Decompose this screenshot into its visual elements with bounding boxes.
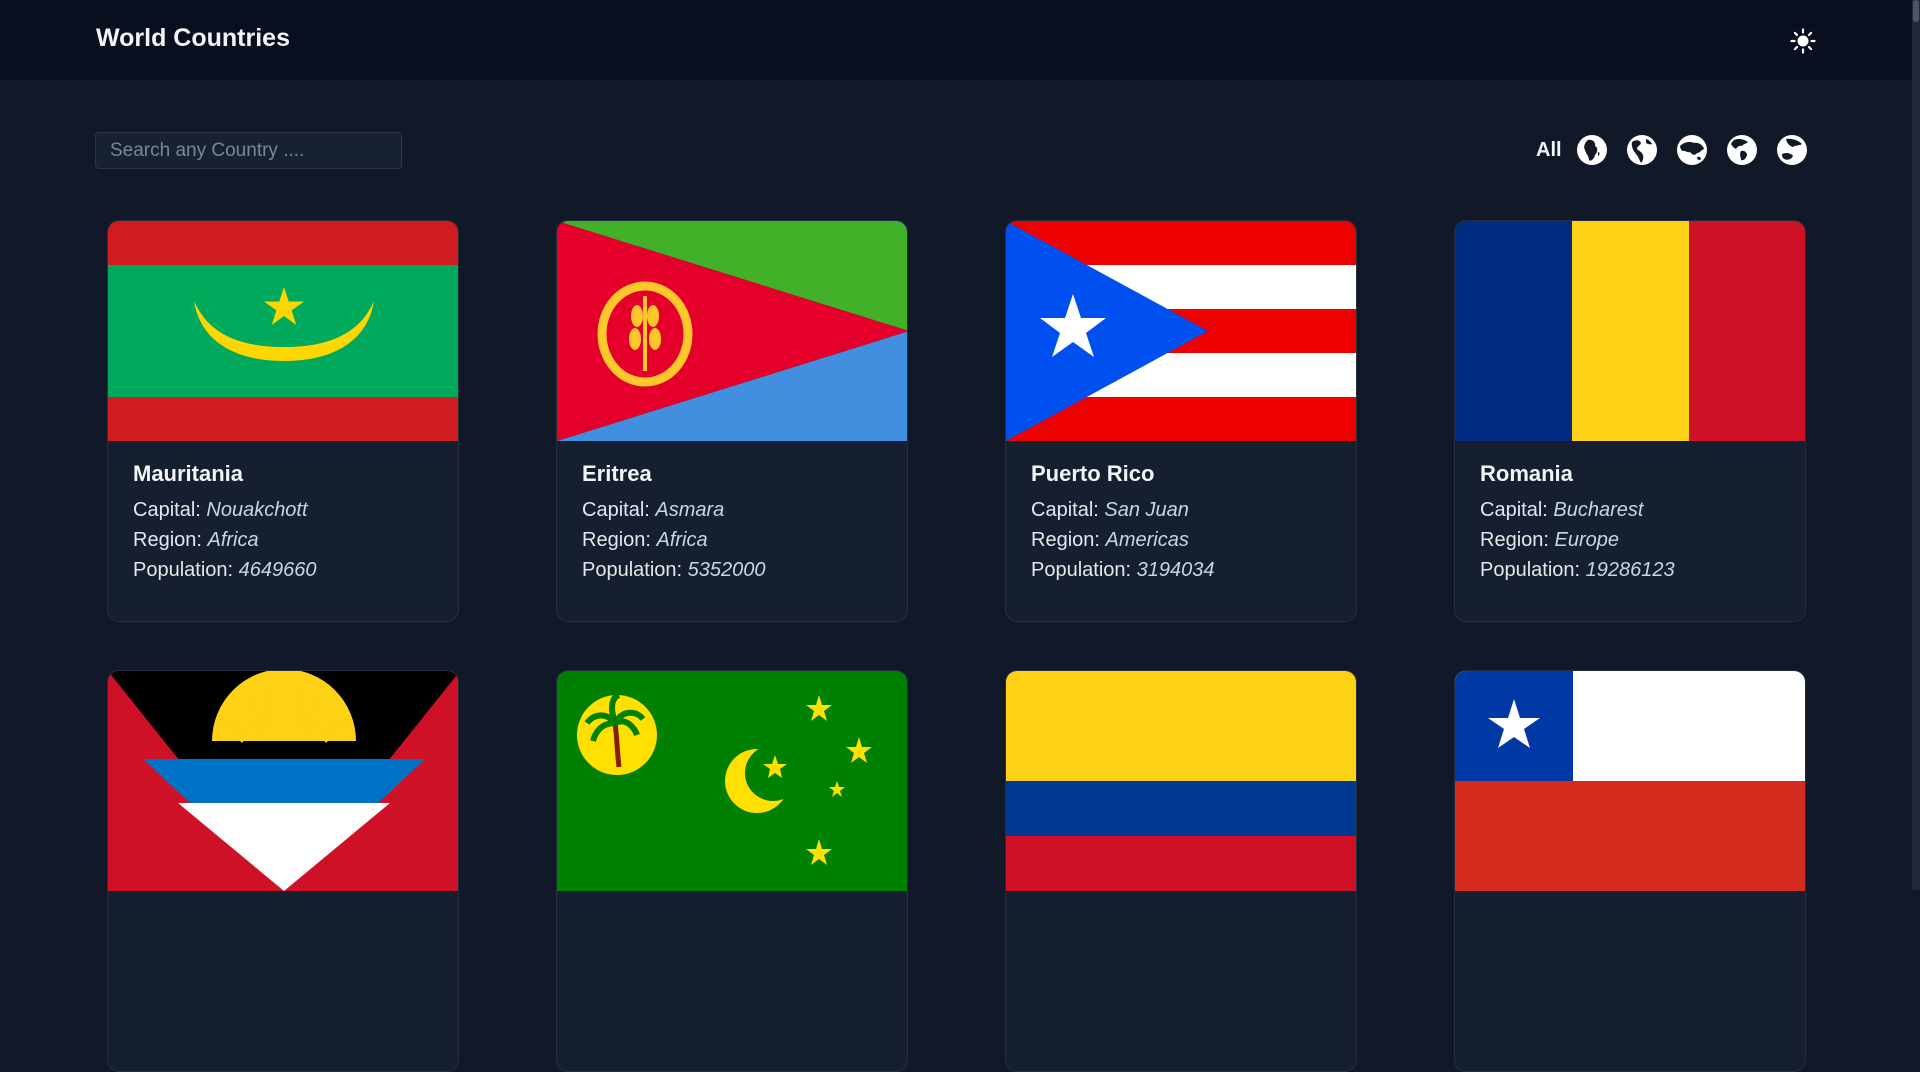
region-label: Region: bbox=[133, 529, 202, 551]
country-card[interactable] bbox=[556, 670, 908, 1072]
scrollbar-thumb[interactable] bbox=[1913, 0, 1919, 22]
country-name: Eritrea bbox=[582, 461, 652, 486]
flag-chile bbox=[1455, 671, 1805, 891]
population-label: Population: bbox=[133, 559, 234, 581]
flag-eritrea bbox=[557, 221, 907, 441]
region-line: Region: Europe bbox=[1480, 525, 1785, 555]
country-card[interactable]: Puerto Rico Capital: San Juan Region: Am… bbox=[1005, 220, 1357, 622]
region-line: Region: Africa bbox=[582, 525, 887, 555]
population-label: Population: bbox=[1031, 559, 1132, 581]
capital-line: Capital: Bucharest bbox=[1480, 495, 1785, 525]
flag-mauritania bbox=[108, 221, 458, 441]
region-value: Europe bbox=[1554, 529, 1620, 551]
app-title: World Countries bbox=[96, 24, 290, 52]
flag-puerto-rico bbox=[1006, 221, 1356, 441]
population-line: Population: 19286123 bbox=[1480, 555, 1785, 585]
population-value: 5352000 bbox=[687, 559, 766, 581]
country-card[interactable]: Mauritania Capital: Nouakchott Region: A… bbox=[107, 220, 459, 622]
region-value: Africa bbox=[656, 529, 708, 551]
filter-all-button[interactable]: All bbox=[1536, 139, 1562, 162]
country-name: Puerto Rico bbox=[1031, 461, 1155, 486]
globe-europe-icon[interactable] bbox=[1726, 134, 1758, 166]
region-label: Region: bbox=[582, 529, 651, 551]
flag-romania bbox=[1455, 221, 1805, 441]
country-card[interactable] bbox=[107, 670, 459, 1072]
country-card[interactable]: Eritrea Capital: Asmara Region: Africa P… bbox=[556, 220, 908, 622]
search-input[interactable] bbox=[95, 132, 402, 169]
globe-asia-icon[interactable] bbox=[1676, 134, 1708, 166]
country-name: Mauritania bbox=[133, 461, 244, 486]
region-line: Region: Americas bbox=[1031, 525, 1336, 555]
scrollbar[interactable] bbox=[1912, 0, 1920, 890]
population-label: Population: bbox=[582, 559, 683, 581]
capital-value: Asmara bbox=[655, 499, 725, 521]
country-card[interactable] bbox=[1454, 670, 1806, 1072]
population-value: 4649660 bbox=[238, 559, 317, 581]
capital-value: San Juan bbox=[1104, 499, 1189, 521]
theme-toggle-button[interactable] bbox=[1788, 26, 1818, 56]
flag-colombia bbox=[1006, 671, 1356, 891]
region-value: Africa bbox=[207, 529, 259, 551]
globe-africa-icon[interactable] bbox=[1576, 134, 1608, 166]
capital-value: Bucharest bbox=[1553, 499, 1644, 521]
capital-label: Capital: bbox=[1031, 499, 1099, 521]
region-label: Region: bbox=[1480, 529, 1549, 551]
country-card[interactable] bbox=[1005, 670, 1357, 1072]
flag-cocos-keeling-islands bbox=[557, 671, 907, 891]
capital-value: Nouakchott bbox=[206, 499, 308, 521]
population-line: Population: 4649660 bbox=[133, 555, 438, 585]
country-name: Romania bbox=[1480, 461, 1573, 486]
region-value: Americas bbox=[1105, 529, 1189, 551]
population-label: Population: bbox=[1480, 559, 1581, 581]
population-value: 3194034 bbox=[1136, 559, 1215, 581]
capital-line: Capital: Asmara bbox=[582, 495, 887, 525]
capital-line: Capital: Nouakchott bbox=[133, 495, 438, 525]
population-value: 19286123 bbox=[1585, 559, 1675, 581]
capital-label: Capital: bbox=[133, 499, 201, 521]
region-filters: All bbox=[1536, 130, 1808, 170]
app-header: World Countries bbox=[0, 0, 1920, 80]
region-line: Region: Africa bbox=[133, 525, 438, 555]
region-label: Region: bbox=[1031, 529, 1100, 551]
globe-americas-icon[interactable] bbox=[1626, 134, 1658, 166]
country-card[interactable]: Romania Capital: Bucharest Region: Europ… bbox=[1454, 220, 1806, 622]
capital-line: Capital: San Juan bbox=[1031, 495, 1336, 525]
sun-icon bbox=[1790, 28, 1816, 54]
population-line: Population: 3194034 bbox=[1031, 555, 1336, 585]
globe-oceania-icon[interactable] bbox=[1776, 134, 1808, 166]
population-line: Population: 5352000 bbox=[582, 555, 887, 585]
capital-label: Capital: bbox=[1480, 499, 1548, 521]
flag-antigua-and-barbuda bbox=[108, 671, 458, 891]
capital-label: Capital: bbox=[582, 499, 650, 521]
